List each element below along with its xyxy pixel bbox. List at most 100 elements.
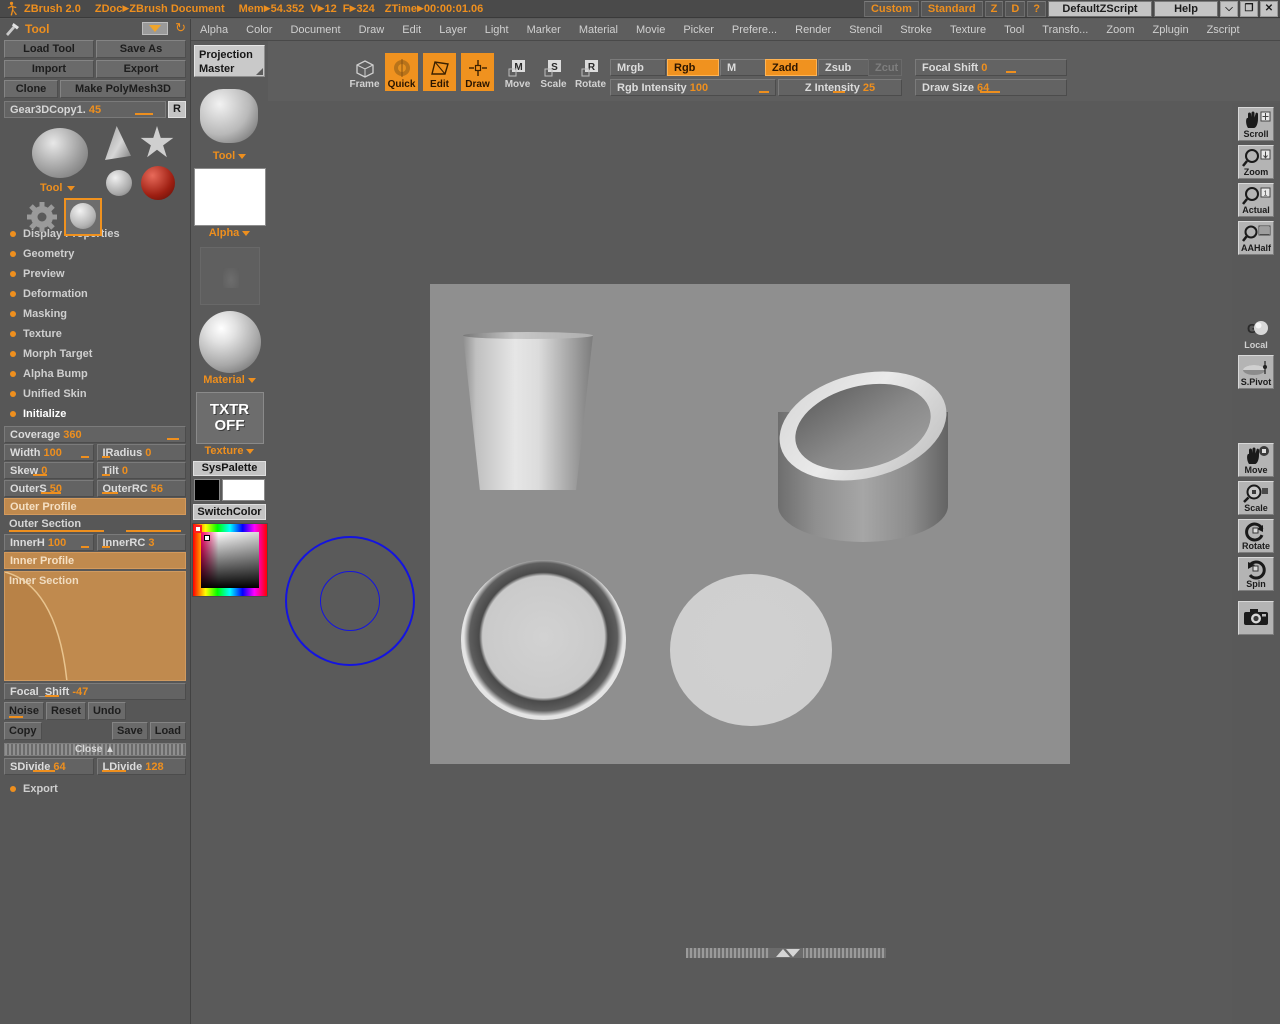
tool-rename-button[interactable]: R [168,101,186,118]
canvas-horizontal-scrollbar[interactable] [686,948,886,958]
menu-item-picker[interactable]: Picker [674,22,723,38]
document-canvas[interactable] [430,284,1070,764]
tool-thumb-gear[interactable] [25,200,59,234]
nav-button-spivot[interactable]: S.Pivot [1238,355,1274,389]
outers-slider[interactable]: OuterS 50 [4,480,94,497]
nav-button-rotate[interactable]: Rotate [1238,519,1274,553]
subpalette-preview[interactable]: Preview [10,264,190,284]
zadd-button[interactable]: Zadd [765,59,817,76]
menu-item-light[interactable]: Light [476,22,518,38]
outer-profile-curve[interactable]: Outer Profile [4,498,186,515]
draw-button[interactable]: Draw [461,53,494,91]
ldivide-slider[interactable]: LDivide 128 [97,758,187,775]
edit-button[interactable]: Edit [423,53,456,91]
nav-button-scale[interactable]: Scale [1238,481,1274,515]
innerh-slider[interactable]: InnerH 100 [4,534,94,551]
subpalette-alpha-bump[interactable]: Alpha Bump [10,364,190,384]
menu-item-movie[interactable]: Movie [627,22,674,38]
focal-shift-field[interactable]: Focal Shift 0 [915,59,1067,76]
tool-thumb-star[interactable] [140,126,174,160]
tool-dropdown-button[interactable] [142,22,168,35]
menu-item-transfo[interactable]: Transfo... [1033,22,1097,38]
menu-item-prefere[interactable]: Prefere... [723,22,786,38]
minimize-button[interactable]: ⌵ [1220,1,1238,17]
export-button[interactable]: Export [96,60,186,78]
load-button[interactable]: Load [150,722,186,740]
nav-button-scroll[interactable]: Scroll [1238,107,1274,141]
subpalette-geometry[interactable]: Geometry [10,244,190,264]
menu-item-marker[interactable]: Marker [518,22,570,38]
default-zscript-button[interactable]: DefaultZScript [1048,1,1152,17]
undo-button[interactable]: Undo [88,702,126,720]
menu-item-texture[interactable]: Texture [941,22,995,38]
rgb-button[interactable]: Rgb [667,59,719,76]
quick-button[interactable]: Quick [385,53,418,91]
menu-item-layer[interactable]: Layer [430,22,476,38]
menu-item-edit[interactable]: Edit [393,22,430,38]
clone-button[interactable]: Clone [4,80,58,98]
frame-button[interactable]: Frame [348,53,381,91]
tool-thumb-selected-ring[interactable] [64,198,102,236]
z-intensity-field[interactable]: Z Intensity 25 [778,79,902,96]
menu-item-stroke[interactable]: Stroke [891,22,941,38]
subpalette-unified-skin[interactable]: Unified Skin [10,384,190,404]
menu-item-zscript[interactable]: Zscript [1198,22,1249,38]
focal-shift-slider[interactable]: Focal_Shift -47 [4,683,186,700]
color-picker-sv-marker[interactable] [204,535,210,541]
alpha-slot[interactable]: Alpha [194,168,266,239]
menu-item-material[interactable]: Material [570,22,627,38]
primary-color-swatch[interactable] [194,479,220,501]
coverage-slider[interactable]: Coverage 360 [4,426,186,443]
import-button[interactable]: Import [4,60,94,78]
d-button[interactable]: D [1005,1,1025,17]
scale-mode-button[interactable]: S Scale [537,53,570,91]
menu-item-document[interactable]: Document [281,22,349,38]
menu-item-color[interactable]: Color [237,22,281,38]
mrgb-button[interactable]: Mrgb [610,59,666,76]
subpalette-masking[interactable]: Masking [10,304,190,324]
inner-section-curve-editor[interactable]: Inner Section [4,571,186,681]
subpalette-morph-target[interactable]: Morph Target [10,344,190,364]
subpalette-initialize[interactable]: Initialize [10,404,190,424]
save-as-button[interactable]: Save As [96,40,186,58]
menu-item-tool[interactable]: Tool [995,22,1033,38]
menu-item-render[interactable]: Render [786,22,840,38]
menu-item-alpha[interactable]: Alpha [191,22,237,38]
menu-item-stencil[interactable]: Stencil [840,22,891,38]
tool-thumb-sphere-red[interactable] [141,166,175,200]
ring-washer-object[interactable] [461,560,626,720]
z-button[interactable]: Z [985,1,1004,17]
reset-button[interactable]: Reset [46,702,86,720]
snapshot-camera-button[interactable] [1238,601,1274,635]
zcut-button[interactable]: Zcut [868,59,902,76]
load-tool-button[interactable]: Load Tool [4,40,94,58]
current-tool-field[interactable]: Gear3DCopy1. 45 [4,101,166,118]
close-button[interactable]: ✕ [1260,1,1278,17]
hollow-tube-object[interactable] [778,374,948,559]
outer-section-label[interactable]: Outer Section [4,516,186,533]
help-button[interactable]: Help [1154,1,1218,17]
close-subpalette-button[interactable]: Close ▲ [4,743,186,756]
stencil-slot[interactable] [194,247,266,305]
save-button[interactable]: Save [112,722,148,740]
subpalette-deformation[interactable]: Deformation [10,284,190,304]
subpalette-texture[interactable]: Texture [10,324,190,344]
rgb-intensity-field[interactable]: Rgb Intensity 100 [610,79,776,96]
menu-item-draw[interactable]: Draw [350,22,394,38]
subpalette-export[interactable]: Export [10,779,190,799]
outerrc-slider[interactable]: OuterRC 56 [97,480,187,497]
secondary-color-swatch[interactable] [222,479,265,501]
help-question-button[interactable]: ? [1027,1,1046,17]
nav-button-local[interactable]: GLocal [1238,317,1274,351]
alpha-swatch[interactable] [194,168,266,226]
canvas-background[interactable] [268,103,1232,948]
nav-button-aahalf[interactable]: AAHalf [1238,221,1274,255]
draw-size-field[interactable]: Draw Size 64 [915,79,1067,96]
rotate-mode-button[interactable]: R Rotate [574,53,607,91]
noise-button[interactable]: Noise [4,702,44,720]
texture-slot[interactable]: TXTR OFF Texture [194,392,266,457]
canvas-area[interactable] [268,103,1232,948]
material-slot[interactable]: Material [194,311,266,386]
width-slider[interactable]: Width 100 [4,444,94,461]
copy-button[interactable]: Copy [4,722,42,740]
